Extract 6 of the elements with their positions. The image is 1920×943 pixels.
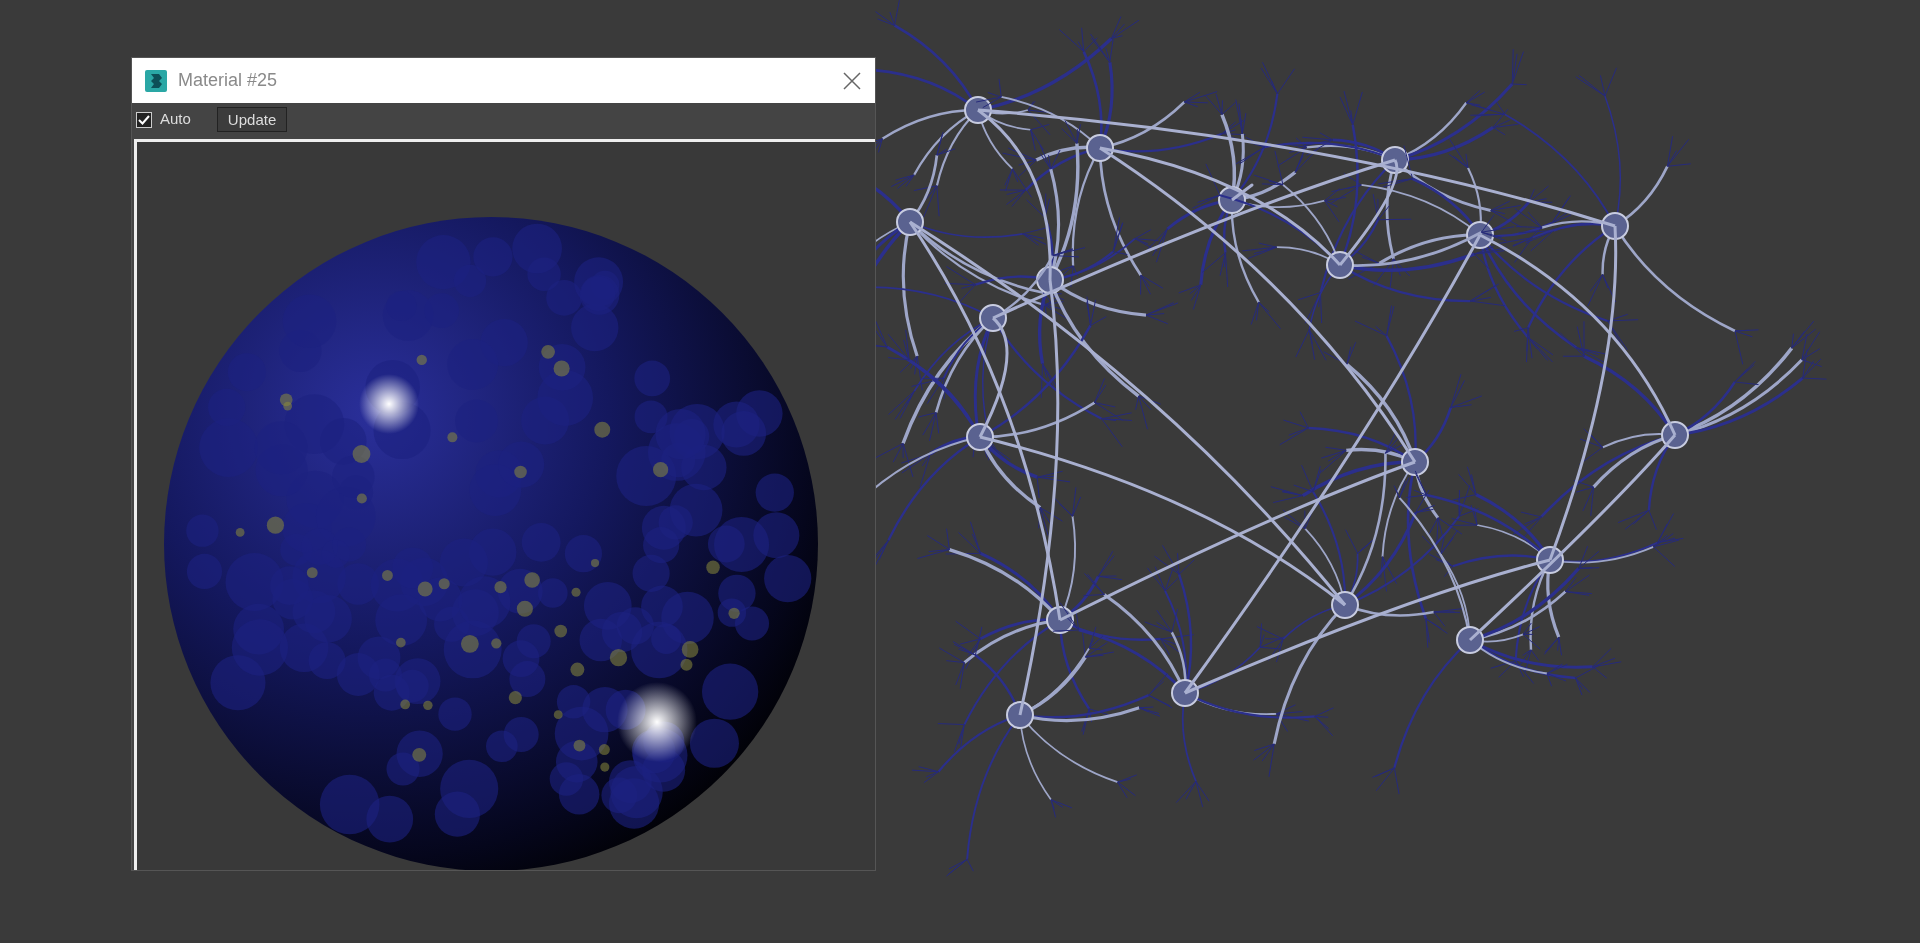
window-title: Material #25 — [178, 69, 278, 92]
close-button[interactable] — [841, 69, 863, 92]
app-logo-icon — [144, 68, 168, 93]
auto-checkbox[interactable] — [136, 111, 152, 128]
update-button[interactable]: Update — [216, 106, 288, 133]
auto-label: Auto — [160, 109, 191, 130]
